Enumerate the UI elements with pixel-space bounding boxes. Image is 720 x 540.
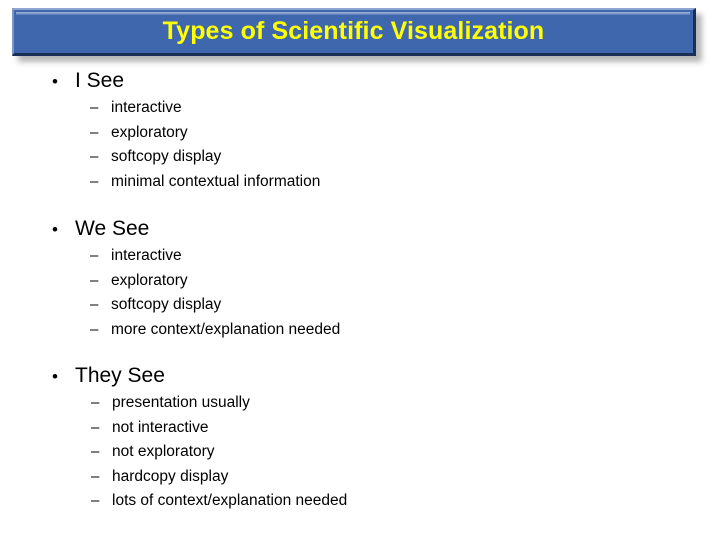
- dash-bullet-icon: –: [90, 296, 99, 313]
- dash-bullet-icon: –: [91, 467, 100, 485]
- list-item: – not interactive: [0, 418, 720, 445]
- list-item: – exploratory: [0, 123, 720, 150]
- page-title: Types of Scientific Visualization: [162, 17, 545, 45]
- bullet-group-we-see: • We See – interactive – exploratory – s…: [0, 218, 720, 346]
- title-banner-plate: Types of Scientific Visualization: [12, 8, 696, 56]
- bullet-heading: We See: [75, 217, 150, 240]
- list-item: – softcopy display: [0, 297, 720, 322]
- slide-body: • I See – interactive – exploratory – so…: [0, 70, 720, 518]
- slide-title-banner: Types of Scientific Visualization: [12, 8, 702, 62]
- sub-bullet-text: lots of context/explanation needed: [112, 492, 348, 509]
- list-item: – interactive: [0, 100, 720, 125]
- dash-bullet-icon: –: [90, 247, 99, 264]
- sub-bullet-text: exploratory: [111, 271, 188, 289]
- list-item: – more context/explanation needed: [0, 320, 720, 347]
- sub-bullet-text: not exploratory: [112, 443, 215, 460]
- sub-bullet-text: exploratory: [111, 123, 188, 141]
- bullet-dot-icon: •: [52, 367, 58, 386]
- list-item: – minimal contextual information: [0, 172, 720, 199]
- list-item: • We See: [0, 218, 720, 248]
- sub-bullet-text: presentation usually: [112, 394, 250, 411]
- sub-bullet-text: softcopy display: [111, 296, 222, 313]
- list-item: • They See: [0, 365, 720, 395]
- dash-bullet-icon: –: [91, 492, 100, 509]
- bullet-group-they-see: • They See – presentation usually – not …: [0, 365, 720, 518]
- dash-bullet-icon: –: [91, 394, 100, 411]
- title-banner-highlight: [16, 12, 690, 15]
- bullet-heading: I See: [75, 69, 125, 92]
- sub-bullet-text: more context/explanation needed: [111, 320, 341, 338]
- bullet-group-i-see: • I See – interactive – exploratory – so…: [0, 70, 720, 198]
- sub-bullet-text: softcopy display: [111, 148, 222, 165]
- dash-bullet-icon: –: [90, 271, 99, 289]
- sub-bullet-text: interactive: [111, 99, 182, 116]
- bullet-dot-icon: •: [52, 72, 58, 91]
- list-item: – softcopy display: [0, 149, 720, 174]
- bullet-heading: They See: [75, 364, 165, 387]
- sub-bullet-text: interactive: [111, 247, 182, 264]
- dash-bullet-icon: –: [90, 320, 99, 338]
- dash-bullet-icon: –: [91, 418, 100, 436]
- sub-bullet-text: minimal contextual information: [111, 172, 321, 190]
- sub-bullet-text: not interactive: [112, 418, 209, 436]
- sub-bullet-text: hardcopy display: [112, 467, 229, 485]
- list-item: – not exploratory: [0, 444, 720, 469]
- list-item: • I See: [0, 70, 720, 100]
- dash-bullet-icon: –: [90, 123, 99, 141]
- dash-bullet-icon: –: [91, 443, 100, 460]
- dash-bullet-icon: –: [90, 99, 99, 116]
- list-item: – exploratory: [0, 271, 720, 298]
- bullet-dot-icon: •: [52, 220, 58, 239]
- list-item: – hardcopy display: [0, 467, 720, 494]
- dash-bullet-icon: –: [90, 148, 99, 165]
- list-item: – lots of context/explanation needed: [0, 493, 720, 518]
- list-item: – presentation usually: [0, 395, 720, 420]
- list-item: – interactive: [0, 248, 720, 273]
- dash-bullet-icon: –: [90, 172, 99, 190]
